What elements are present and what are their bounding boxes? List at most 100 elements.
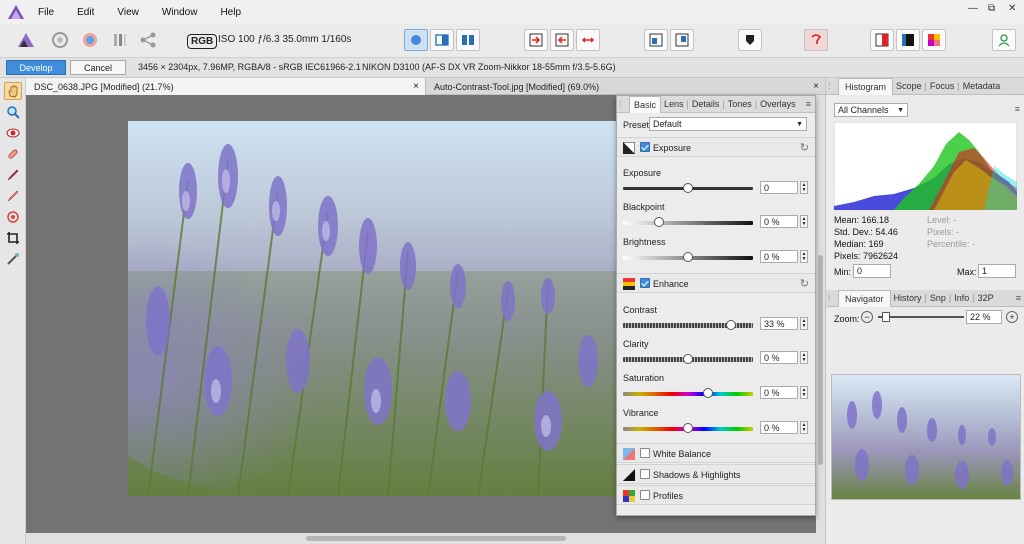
tab-info[interactable]: Info: [951, 293, 972, 303]
view-tool-hand-icon[interactable]: [4, 82, 22, 100]
profiles-section-header[interactable]: Profiles: [617, 485, 815, 505]
vertical-scroll-thumb[interactable]: [818, 255, 823, 465]
menu-window[interactable]: Window: [162, 7, 198, 18]
vertical-scrollbar[interactable]: [816, 95, 825, 544]
blackpoint-stepper[interactable]: ▲ ▼: [800, 215, 808, 228]
brush-tool-icon[interactable]: [4, 166, 22, 184]
persona-export-icon[interactable]: [136, 29, 160, 51]
menu-view[interactable]: View: [117, 7, 139, 18]
exposure-slider-knob[interactable]: [683, 183, 693, 193]
persona-liquify-icon[interactable]: [48, 29, 72, 51]
menu-edit[interactable]: Edit: [77, 7, 94, 18]
tones-clip-icon[interactable]: [922, 29, 946, 51]
clarity-slider[interactable]: [623, 354, 753, 364]
view-single-icon[interactable]: [404, 29, 428, 51]
zoom-in-button[interactable]: +: [1006, 311, 1018, 323]
persona-tonemap-icon[interactable]: [108, 29, 132, 51]
tab-focus[interactable]: Focus: [927, 81, 958, 91]
reset-icon[interactable]: ↻: [800, 277, 809, 290]
develop-button[interactable]: Develop: [6, 60, 66, 75]
blackpoint-slider[interactable]: [623, 217, 753, 227]
shadows-highlights-section-header[interactable]: Shadows & Highlights: [617, 464, 815, 484]
exposure-stepper[interactable]: ▲ ▼: [800, 181, 808, 194]
tab-details[interactable]: Details: [689, 99, 723, 109]
tab-overlays[interactable]: Overlays: [757, 99, 799, 109]
exposure-checkbox[interactable]: [640, 142, 650, 152]
brightness-slider[interactable]: [623, 252, 753, 262]
compare-right-icon[interactable]: [550, 29, 574, 51]
zoom-tool-icon[interactable]: [4, 103, 22, 121]
panel-menu-icon[interactable]: ≡: [1016, 293, 1021, 303]
vibrance-stepper[interactable]: ▲ ▼: [800, 421, 808, 434]
assistant-right-icon[interactable]: [670, 29, 694, 51]
tab-32p[interactable]: 32P: [975, 293, 997, 303]
tab-histogram[interactable]: Histogram: [838, 77, 894, 95]
enhance-checkbox[interactable]: [640, 278, 650, 288]
zoom-value-field[interactable]: 22 %: [966, 310, 1002, 324]
profiles-checkbox[interactable]: [640, 490, 650, 500]
brightness-value[interactable]: 0 %: [760, 250, 798, 263]
horizontal-scrollbar[interactable]: [26, 533, 816, 544]
vibrance-slider-knob[interactable]: [683, 423, 693, 433]
close-window-button[interactable]: ✕: [1008, 3, 1016, 14]
menu-file[interactable]: File: [38, 7, 54, 18]
close-tab-icon[interactable]: ×: [813, 81, 819, 92]
panel-grip-icon[interactable]: ⁞: [828, 293, 838, 303]
horizontal-scroll-thumb[interactable]: [306, 536, 566, 541]
persona-photo-icon[interactable]: [14, 29, 38, 51]
shadows-highlights-checkbox[interactable]: [640, 469, 650, 479]
tab-tones[interactable]: Tones: [725, 99, 755, 109]
tab-scope[interactable]: Scope: [893, 81, 925, 91]
tab-metadata[interactable]: Metadata: [960, 81, 1004, 91]
white-balance-checkbox[interactable]: [640, 448, 650, 458]
mask-icon[interactable]: [738, 29, 762, 51]
panel-grip-icon[interactable]: ⁞: [828, 81, 838, 91]
red-eye-tool-icon[interactable]: [4, 124, 22, 142]
blackpoint-slider-knob[interactable]: [654, 217, 665, 227]
panel-menu-icon[interactable]: ≡: [1015, 104, 1020, 114]
tab-history[interactable]: History: [891, 293, 925, 303]
white-balance-section-header[interactable]: White Balance: [617, 443, 815, 463]
clarity-stepper[interactable]: ▲ ▼: [800, 351, 808, 364]
preset-dropdown[interactable]: Default ▼: [649, 117, 807, 131]
restore-button[interactable]: ⧉: [988, 3, 995, 14]
navigator-thumbnail[interactable]: [831, 374, 1021, 500]
zoom-slider[interactable]: [878, 312, 964, 322]
highlight-clip-icon[interactable]: [870, 29, 894, 51]
panel-menu-icon[interactable]: ≡: [806, 99, 811, 109]
tab-navigator[interactable]: Navigator: [838, 289, 891, 307]
channel-dropdown[interactable]: All Channels ▼: [834, 103, 908, 117]
minimize-button[interactable]: —: [968, 3, 978, 14]
gradient-tool-icon[interactable]: [4, 208, 22, 226]
compare-left-icon[interactable]: [524, 29, 548, 51]
saturation-slider-knob[interactable]: [702, 388, 713, 398]
tab-lens[interactable]: Lens: [661, 99, 687, 109]
max-field[interactable]: 1: [978, 264, 1016, 278]
saturation-value[interactable]: 0 %: [760, 386, 798, 399]
exposure-value[interactable]: 0: [760, 181, 798, 194]
saturation-stepper[interactable]: ▲ ▼: [800, 386, 808, 399]
contrast-value[interactable]: 33 %: [760, 317, 798, 330]
contrast-slider-knob[interactable]: [725, 320, 736, 330]
clarity-value[interactable]: 0 %: [760, 351, 798, 364]
zoom-slider-knob[interactable]: [882, 312, 890, 322]
cancel-button[interactable]: Cancel: [70, 60, 126, 75]
vibrance-value[interactable]: 0 %: [760, 421, 798, 434]
doc-tab-active[interactable]: DSC_0638.JPG [Modified] (21.7%) ×: [26, 78, 426, 95]
persona-develop-icon[interactable]: [78, 29, 102, 51]
close-tab-icon[interactable]: ×: [413, 81, 419, 92]
saturation-slider[interactable]: [623, 388, 753, 398]
enhance-section-header[interactable]: Enhance ↻: [617, 273, 815, 293]
tab-basic[interactable]: Basic: [629, 95, 662, 113]
vibrance-slider[interactable]: [623, 423, 753, 433]
reset-icon[interactable]: ↻: [800, 141, 809, 154]
brightness-slider-knob[interactable]: [683, 252, 693, 262]
lavender-photo[interactable]: [128, 121, 617, 496]
blackpoint-value[interactable]: 0 %: [760, 215, 798, 228]
clarity-slider-knob[interactable]: [683, 354, 693, 364]
brightness-stepper[interactable]: ▲ ▼: [800, 250, 808, 263]
doc-tab-inactive[interactable]: Auto-Contrast-Tool.jpg [Modified] (69.0%…: [426, 78, 825, 95]
tab-snapshots[interactable]: Snp: [927, 293, 949, 303]
min-field[interactable]: 0: [853, 264, 891, 278]
exposure-section-header[interactable]: Exposure ↻: [617, 137, 815, 157]
